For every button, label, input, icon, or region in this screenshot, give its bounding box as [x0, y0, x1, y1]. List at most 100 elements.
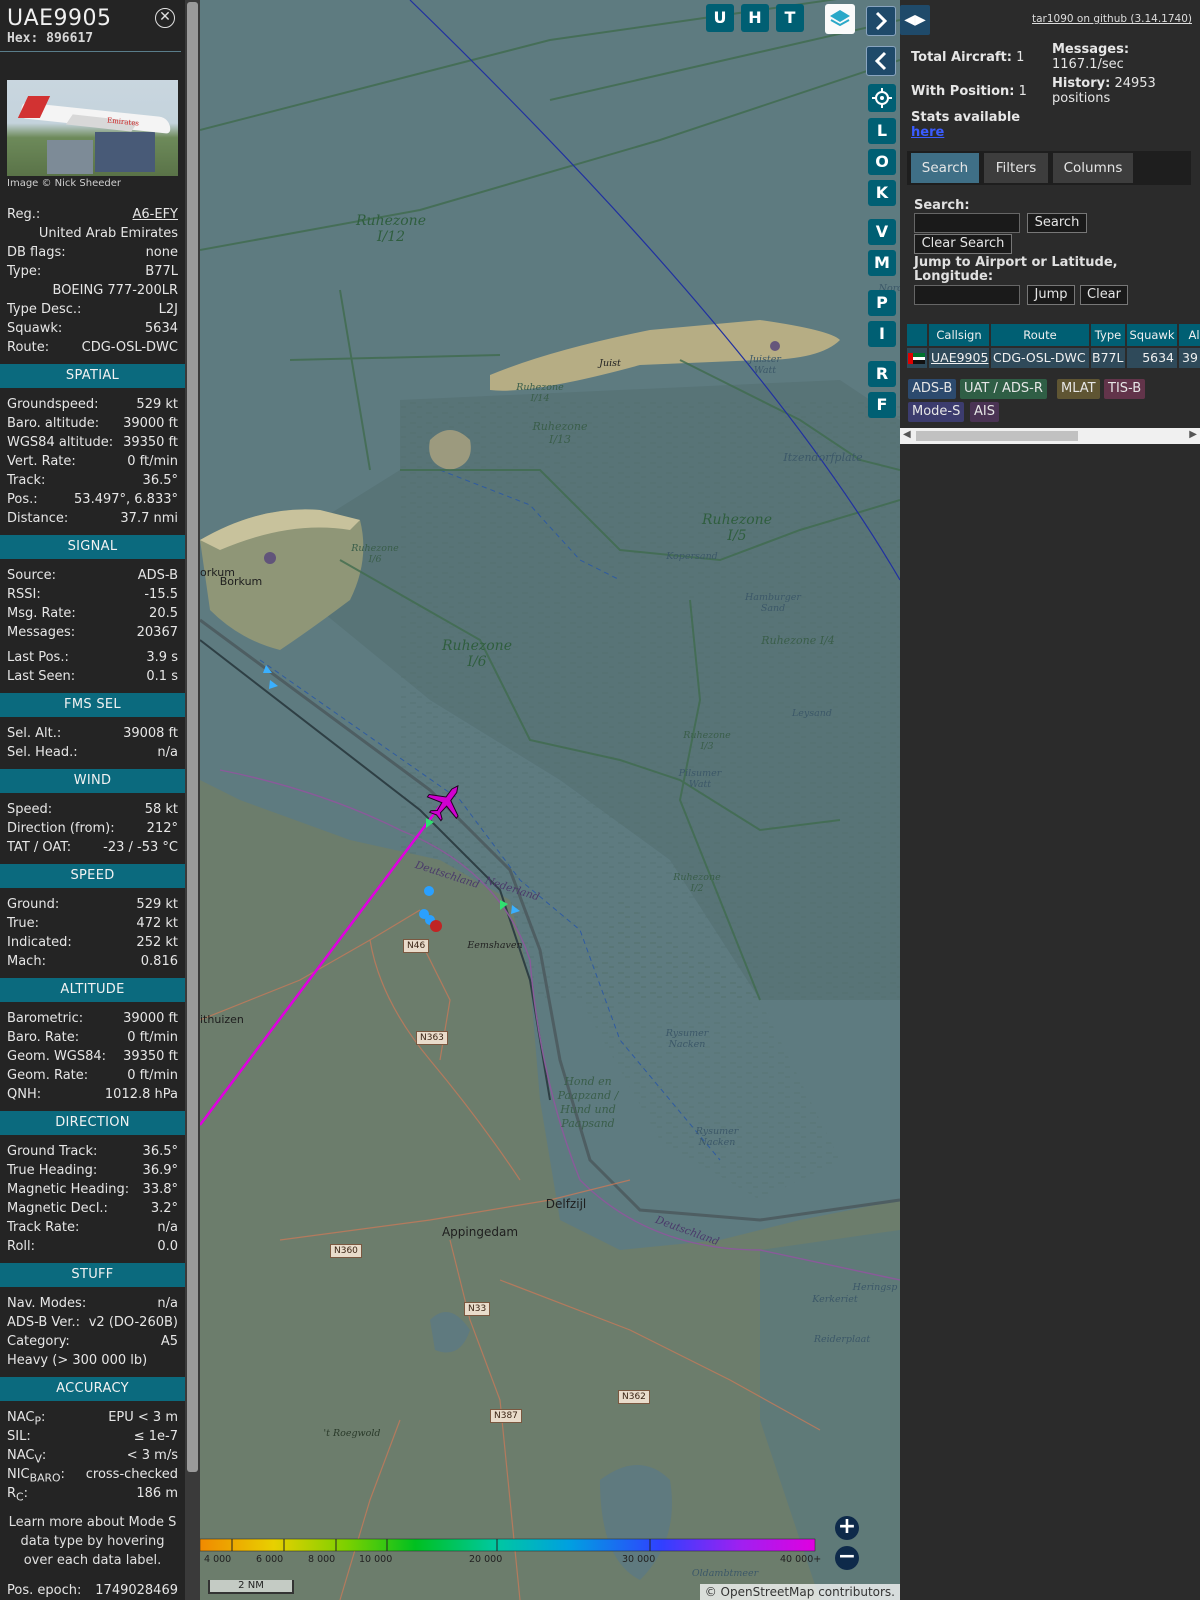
field-label[interactable]: Vert. Rate: [7, 452, 76, 471]
attribution-link[interactable]: OpenStreetMap [721, 1585, 815, 1599]
field-label[interactable]: RSSI: [7, 585, 41, 604]
layers-icon[interactable] [825, 4, 855, 34]
expand-right-button[interactable] [866, 6, 896, 36]
table-row-flag[interactable] [907, 348, 927, 368]
scroll-right-icon[interactable]: ▶ [1189, 429, 1197, 440]
search-button[interactable]: Search [1027, 213, 1087, 233]
table-row-type[interactable]: B77L [1091, 348, 1125, 368]
github-link[interactable]: tar1090 on github (3.14.1740) [1032, 13, 1192, 25]
map-button-h[interactable]: H [741, 4, 769, 32]
table-header-callsign[interactable]: Callsign [929, 324, 989, 346]
table-row-callsign[interactable]: UAE9905 [929, 348, 989, 368]
table-header-type[interactable]: Type [1091, 324, 1125, 346]
field-label[interactable]: Roll: [7, 1237, 35, 1256]
field-label[interactable]: Heavy (> 300 000 lb) [7, 1351, 147, 1370]
field-label[interactable]: NICBARO: [7, 1465, 65, 1485]
info-panel-scrollbar[interactable] [185, 0, 200, 1600]
field-label[interactable]: Nav. Modes: [7, 1294, 86, 1313]
table-row-altitude[interactable]: 39 [1179, 348, 1200, 368]
legend-mlat[interactable]: MLAT [1057, 379, 1100, 399]
legend-ais[interactable]: AIS [970, 402, 999, 422]
map-view[interactable]: Ruhezone I/12 Ruhezone I/6 Ruhezone I/5 … [200, 0, 900, 1600]
field-label[interactable]: Ground: [7, 895, 59, 914]
field-label[interactable]: Indicated: [7, 933, 72, 952]
stats-here-link[interactable]: here [911, 125, 944, 140]
jump-input[interactable] [914, 285, 1020, 305]
table-header-squawk[interactable]: Squawk [1127, 324, 1177, 346]
field-label[interactable]: ADS-B Ver.: [7, 1313, 80, 1332]
detail-6-label[interactable]: Squawk: [7, 319, 62, 338]
legend-mode-s[interactable]: Mode-S [908, 402, 965, 422]
field-label[interactable]: QNH: [7, 1085, 41, 1104]
field-label[interactable]: Last Pos.: [7, 648, 69, 667]
zoom-in-button[interactable]: + [835, 1516, 859, 1540]
legend-tis-b[interactable]: TIS-B [1104, 379, 1146, 399]
table-row-squawk[interactable]: 5634 [1127, 348, 1177, 368]
tab-columns[interactable]: Columns [1053, 153, 1133, 183]
tab-search[interactable]: Search [911, 153, 979, 183]
field-label[interactable]: TAT / OAT: [7, 838, 71, 857]
field-label[interactable]: SIL: [7, 1427, 31, 1446]
field-label[interactable]: Last Seen: [7, 667, 75, 686]
detail-0-value[interactable]: A6-EFY [133, 205, 179, 224]
map-button-l[interactable]: L [868, 118, 896, 144]
field-label[interactable]: True: [7, 914, 39, 933]
field-label[interactable]: Sel. Alt.: [7, 724, 61, 743]
field-label[interactable]: Geom. Rate: [7, 1066, 88, 1085]
search-input[interactable] [914, 213, 1020, 233]
panel-toggle-button[interactable]: ◀▶ [900, 5, 930, 35]
map-button-m[interactable]: M [868, 250, 896, 276]
detail-0-label[interactable]: Reg.: [7, 205, 40, 224]
detail-5-label[interactable]: Type Desc.: [7, 300, 81, 319]
collapse-left-button[interactable] [866, 46, 896, 76]
field-label[interactable]: Category: [7, 1332, 70, 1351]
map-button-f[interactable]: F [868, 392, 896, 418]
tab-filters[interactable]: Filters [984, 153, 1048, 183]
field-label[interactable]: Magnetic Decl.: [7, 1199, 108, 1218]
detail-7-label[interactable]: Route: [7, 338, 49, 357]
table-header-flag[interactable] [907, 324, 927, 346]
field-label[interactable]: Ground Track: [7, 1142, 97, 1161]
table-header-altitude[interactable]: Al [1179, 324, 1200, 346]
table-row-route[interactable]: CDG-OSL-DWC [991, 348, 1089, 368]
field-label[interactable]: Source: [7, 566, 56, 585]
field-label[interactable]: Distance: [7, 509, 68, 528]
map-button-k[interactable]: K [868, 180, 896, 206]
field-label[interactable]: Direction (from): [7, 819, 115, 838]
field-label[interactable]: Groundspeed: [7, 395, 98, 414]
field-label[interactable]: Messages: [7, 623, 75, 642]
legend-uat-ads-r[interactable]: UAT / ADS-R [960, 379, 1047, 399]
field-label[interactable]: Speed: [7, 800, 52, 819]
map-button-r[interactable]: R [868, 361, 896, 387]
scrollbar-thumb[interactable] [187, 2, 198, 1472]
map-button-p[interactable]: P [868, 290, 896, 316]
settings-button[interactable] [868, 84, 896, 112]
aircraft-photo[interactable]: Emirates [7, 80, 178, 176]
close-icon[interactable]: ✕ [155, 8, 175, 28]
clear-button[interactable]: Clear [1080, 285, 1128, 305]
field-label[interactable]: Geom. WGS84: [7, 1047, 106, 1066]
field-label[interactable]: WGS84 altitude: [7, 433, 113, 452]
field-label[interactable]: NACV: [7, 1446, 46, 1466]
map-button-t[interactable]: T [776, 4, 804, 32]
table-horizontal-scrollbar[interactable]: ◀ ▶ [900, 428, 1200, 444]
detail-3-label[interactable]: Type: [7, 262, 41, 281]
field-label[interactable]: True Heading: [7, 1161, 97, 1180]
field-label[interactable]: Barometric: [7, 1009, 83, 1028]
map-button-u[interactable]: U [706, 4, 734, 32]
map-button-v[interactable]: V [868, 219, 896, 245]
map-button-o[interactable]: O [868, 149, 896, 175]
map-button-i[interactable]: I [868, 321, 896, 347]
field-label[interactable]: Sel. Head.: [7, 743, 78, 762]
field-label[interactable]: Mach: [7, 952, 46, 971]
field-label[interactable]: NACP: [7, 1408, 45, 1428]
clear-search-button[interactable]: Clear Search [914, 234, 1012, 254]
field-label[interactable]: Baro. Rate: [7, 1028, 79, 1047]
scrollbar-thumb[interactable] [916, 431, 1078, 441]
field-label[interactable]: Msg. Rate: [7, 604, 76, 623]
zoom-out-button[interactable]: − [835, 1546, 859, 1570]
field-label[interactable]: Pos.: [7, 490, 38, 509]
field-label[interactable]: Magnetic Heading: [7, 1180, 129, 1199]
table-header-route[interactable]: Route [991, 324, 1089, 346]
field-label[interactable]: Track: [7, 471, 45, 490]
